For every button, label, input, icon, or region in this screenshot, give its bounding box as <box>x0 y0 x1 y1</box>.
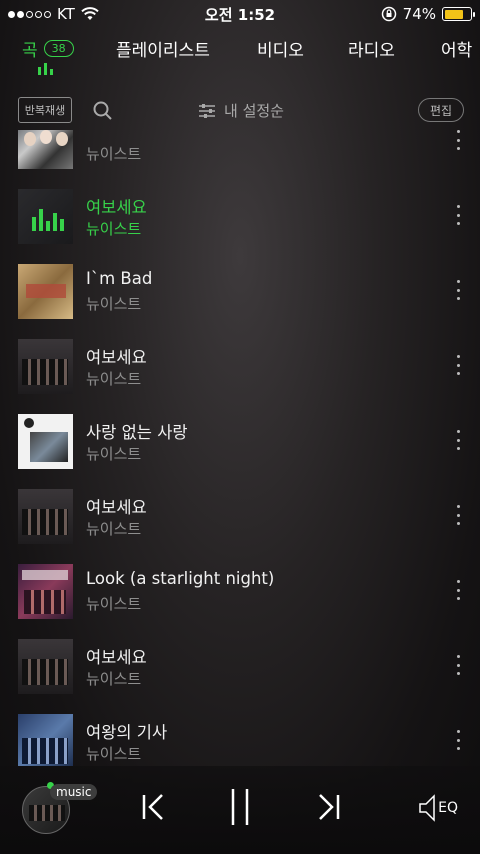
song-row[interactable]: 사랑 없는 사랑 뉴이스트 <box>0 404 480 479</box>
album-thumbnail <box>18 189 73 244</box>
song-artist: 뉴이스트 <box>86 745 142 763</box>
more-options-icon[interactable] <box>454 430 462 450</box>
tab-label: 곡 <box>22 41 38 61</box>
sort-label: 내 설정순 <box>224 102 284 120</box>
next-track-icon[interactable] <box>314 792 342 822</box>
now-playing-bars <box>32 207 64 231</box>
song-artist: 뉴이스트 <box>86 145 142 163</box>
more-options-icon[interactable] <box>454 280 462 300</box>
song-artist: 뉴이스트 <box>86 595 142 613</box>
album-thumbnail <box>18 639 73 694</box>
song-title: Look (a starlight night) <box>86 569 275 588</box>
more-options-icon[interactable] <box>454 505 462 525</box>
eq-button[interactable]: EQ <box>418 794 458 822</box>
tab-video[interactable]: 비디오 <box>257 36 304 61</box>
song-title: 여보세요 <box>86 198 147 217</box>
more-options-icon[interactable] <box>454 730 462 750</box>
song-title: 여보세요 <box>86 498 147 517</box>
tab-radio[interactable]: 라디오 <box>348 36 395 61</box>
speaker-icon <box>419 794 435 822</box>
song-title: 여왕의 기사 <box>86 723 168 742</box>
carrier-label: KT <box>57 5 75 23</box>
tab-playlist[interactable]: 플레이리스트 <box>116 36 210 61</box>
source-label: music <box>50 784 98 800</box>
song-row[interactable]: 여보세요 뉴이스트 <box>0 179 480 254</box>
repeat-button[interactable]: 반복재생 <box>18 97 72 123</box>
search-icon[interactable] <box>92 100 114 122</box>
more-options-icon[interactable] <box>454 355 462 375</box>
battery-icon <box>442 7 475 21</box>
status-bar: KT 오전 1:52 74% <box>0 0 480 28</box>
album-thumbnail <box>18 339 73 394</box>
album-thumbnail <box>18 714 73 766</box>
status-left: KT <box>8 5 99 23</box>
category-tabs: 곡 38 플레이리스트 비디오 라디오 어학 <box>0 30 480 80</box>
song-row[interactable]: 뉴이스트 <box>0 130 480 179</box>
wifi-icon <box>81 7 99 20</box>
edit-button[interactable]: 편집 <box>418 98 464 122</box>
battery-percent: 74% <box>402 5 436 23</box>
song-row[interactable]: 여보세요 뉴이스트 <box>0 329 480 404</box>
album-thumbnail <box>18 414 73 469</box>
sort-button[interactable]: 내 설정순 <box>198 100 284 121</box>
sliders-icon <box>199 103 215 118</box>
list-toolbar: 반복재생 내 설정순 편집 <box>0 94 480 128</box>
song-list: 뉴이스트 여보세요 뉴이스트 I`m Bad 뉴이스트 여보세요 뉴이스트 사랑… <box>0 130 480 766</box>
song-row[interactable]: I`m Bad 뉴이스트 <box>0 254 480 329</box>
album-thumbnail <box>18 489 73 544</box>
song-title: 사랑 없는 사랑 <box>86 423 188 442</box>
song-title: 여보세요 <box>86 648 147 667</box>
battery-fill <box>444 9 463 19</box>
song-row[interactable]: 여보세요 뉴이스트 <box>0 629 480 704</box>
song-title: 여보세요 <box>86 348 147 367</box>
more-options-icon[interactable] <box>454 130 462 150</box>
song-artist: 뉴이스트 <box>86 670 142 688</box>
rotation-lock-icon <box>381 6 396 22</box>
more-options-icon[interactable] <box>454 580 462 600</box>
song-title: I`m Bad <box>86 269 153 288</box>
album-thumbnail <box>18 264 73 319</box>
song-row[interactable]: Look (a starlight night) 뉴이스트 <box>0 554 480 629</box>
song-artist: 뉴이스트 <box>86 520 142 538</box>
song-artist: 뉴이스트 <box>86 445 142 463</box>
mini-player: music EQ <box>0 766 480 854</box>
song-row[interactable]: 여왕의 기사 뉴이스트 <box>0 704 480 766</box>
tab-songs[interactable]: 곡 38 <box>22 36 74 61</box>
edit-label: 편집 <box>429 103 453 118</box>
eq-label: EQ <box>438 800 458 816</box>
album-thumbnail <box>18 564 73 619</box>
clock: 오전 1:52 <box>204 5 276 24</box>
now-playing-eq-icon <box>38 63 53 75</box>
more-options-icon[interactable] <box>454 205 462 225</box>
tab-language[interactable]: 어학 <box>441 36 472 61</box>
pause-icon[interactable] <box>228 788 252 826</box>
repeat-label: 반복재생 <box>24 104 66 117</box>
song-artist: 뉴이스트 <box>86 220 142 238</box>
song-artist: 뉴이스트 <box>86 295 142 313</box>
song-count-badge: 38 <box>43 40 74 57</box>
song-artist: 뉴이스트 <box>86 370 142 388</box>
song-row[interactable]: 여보세요 뉴이스트 <box>0 479 480 554</box>
previous-track-icon[interactable] <box>140 792 168 822</box>
more-options-icon[interactable] <box>454 655 462 675</box>
album-thumbnail <box>18 130 73 169</box>
signal-icon <box>8 10 51 18</box>
status-right: 74% <box>381 5 475 23</box>
